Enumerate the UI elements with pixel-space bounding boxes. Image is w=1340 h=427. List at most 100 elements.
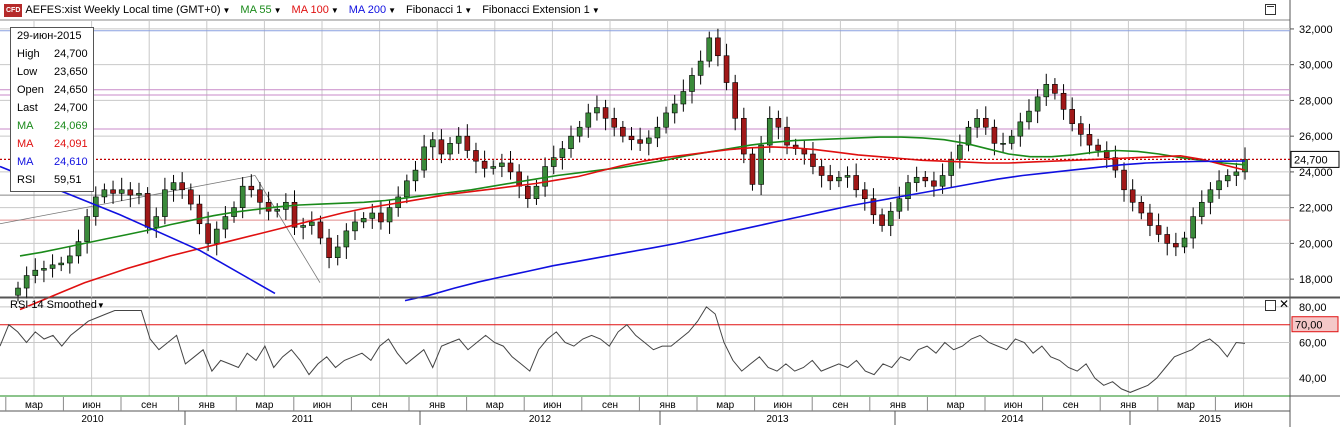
year-label: 2012 <box>529 414 552 425</box>
infobox-key: Low <box>17 66 38 78</box>
bearish-candle <box>1138 201 1145 214</box>
bearish-candle <box>749 153 756 185</box>
infobox-value: 24,610 <box>54 156 88 168</box>
month-label: мар <box>486 400 504 411</box>
symbol-label: AEFES:xist Weekly Local time (GMT+0) <box>25 4 221 16</box>
bearish-candle <box>931 180 937 187</box>
year-label: 2010 <box>81 414 104 425</box>
bearish-candle <box>827 175 834 182</box>
bearish-candle <box>317 221 324 239</box>
bullish-candle <box>300 225 306 228</box>
bearish-candle <box>205 223 211 244</box>
bullish-candle <box>939 175 946 187</box>
infobox-value: 24,700 <box>54 48 88 60</box>
price-tick-label: 24,000 <box>1299 167 1333 179</box>
year-label: 2014 <box>1001 414 1024 425</box>
year-label: 2011 <box>292 414 314 425</box>
indicator-fibonacci-extension[interactable]: Fibonacci Extension 1 ▼ <box>482 4 600 16</box>
month-label: мар <box>716 400 734 411</box>
bullish-candle <box>222 216 229 230</box>
bearish-candle <box>248 185 255 191</box>
bullish-candle <box>32 269 39 276</box>
rsi-panel-title[interactable]: RSI 14 Smoothed▼ <box>10 299 105 311</box>
bullish-candle <box>239 185 246 208</box>
bearish-candle <box>818 166 825 176</box>
bearish-candle <box>602 107 609 119</box>
bullish-candle <box>836 176 842 182</box>
data-infobox: 29-июн-2015 High 24,700 Low 23,650 Open 24,… <box>10 27 94 192</box>
bullish-candle <box>1224 175 1231 182</box>
month-label: янв <box>1120 400 1136 411</box>
bullish-candle <box>92 196 99 217</box>
bullish-candle <box>1181 237 1188 248</box>
bullish-candle <box>1034 96 1041 112</box>
bullish-candle <box>404 180 410 198</box>
bearish-candle <box>257 189 263 203</box>
bearish-candle <box>507 162 514 173</box>
infobox-value: 23,650 <box>54 66 88 78</box>
rsi-tick-label: 60,00 <box>1299 338 1327 350</box>
price-tick-label: 22,000 <box>1299 203 1333 215</box>
bearish-candle <box>1078 123 1084 135</box>
symbol-selector[interactable]: CFD AEFES:xist Weekly Local time (GMT+0)… <box>4 3 231 17</box>
bullish-candle <box>343 230 350 248</box>
bullish-candle <box>213 228 220 244</box>
chevron-down-icon: ▼ <box>222 5 231 15</box>
month-label: июн <box>313 400 332 411</box>
month-label: мар <box>947 400 965 411</box>
maximize-rsi-panel-button[interactable] <box>1265 300 1276 311</box>
bullish-candle <box>1198 201 1205 217</box>
bullish-candle <box>67 255 73 264</box>
infobox-key: High <box>17 48 40 60</box>
month-label: июн <box>1004 400 1023 411</box>
infobox-key: Last <box>17 102 38 114</box>
chevron-down-icon: ▼ <box>96 301 105 310</box>
bullish-candle <box>957 144 963 160</box>
infobox-key: MA <box>17 138 34 150</box>
bullish-candle <box>533 185 540 200</box>
bearish-candle <box>611 117 618 128</box>
bearish-candle <box>1147 212 1153 226</box>
bullish-candle <box>1000 143 1006 145</box>
bullish-candle <box>58 262 65 266</box>
bullish-candle <box>369 212 376 219</box>
bullish-candle <box>1233 171 1240 176</box>
bearish-candle <box>879 214 885 226</box>
month-label: мар <box>255 400 273 411</box>
bearish-candle <box>620 126 626 137</box>
bearish-candle <box>991 126 998 144</box>
bullish-candle <box>49 264 56 269</box>
bearish-candle <box>326 237 332 258</box>
bearish-candle <box>144 193 151 228</box>
bullish-candle <box>153 216 160 228</box>
chevron-down-icon: ▼ <box>464 5 473 15</box>
bearish-candle <box>1060 92 1067 110</box>
month-label: июн <box>773 400 792 411</box>
rsi-title-label: RSI 14 Smoothed <box>10 299 97 311</box>
infobox-value: 24,700 <box>54 102 88 114</box>
year-label: 2013 <box>766 414 789 425</box>
bullish-candle <box>352 221 358 232</box>
rsi-tick-label: 80,00 <box>1299 302 1327 314</box>
chart-header: CFD AEFES:xist Weekly Local time (GMT+0)… <box>0 0 600 20</box>
bullish-candle <box>585 112 592 128</box>
month-label: сен <box>602 400 618 411</box>
cfd-badge: CFD <box>4 3 23 17</box>
chevron-down-icon: ▼ <box>388 5 396 15</box>
close-rsi-panel-icon[interactable]: ✕ <box>1279 298 1289 310</box>
indicator-ma55[interactable]: MA 55 ▼ <box>240 4 281 16</box>
indicator-ma100[interactable]: MA 100 ▼ <box>292 4 339 16</box>
maximize-price-panel-button[interactable] <box>1265 4 1276 15</box>
bearish-candle <box>1069 109 1075 124</box>
bullish-candle <box>170 182 177 191</box>
bullish-candle <box>559 148 566 158</box>
bullish-candle <box>118 189 125 194</box>
bullish-candle <box>101 189 108 198</box>
bullish-candle <box>645 137 652 144</box>
indicator-fibonacci[interactable]: Fibonacci 1 ▼ <box>406 4 472 16</box>
indicator-label: MA 200 <box>348 4 387 16</box>
bearish-candle <box>922 176 929 182</box>
infobox-value: 24,650 <box>54 84 88 96</box>
indicator-ma200[interactable]: MA 200 ▼ <box>349 4 396 16</box>
infobox-value: 24,091 <box>54 138 88 150</box>
